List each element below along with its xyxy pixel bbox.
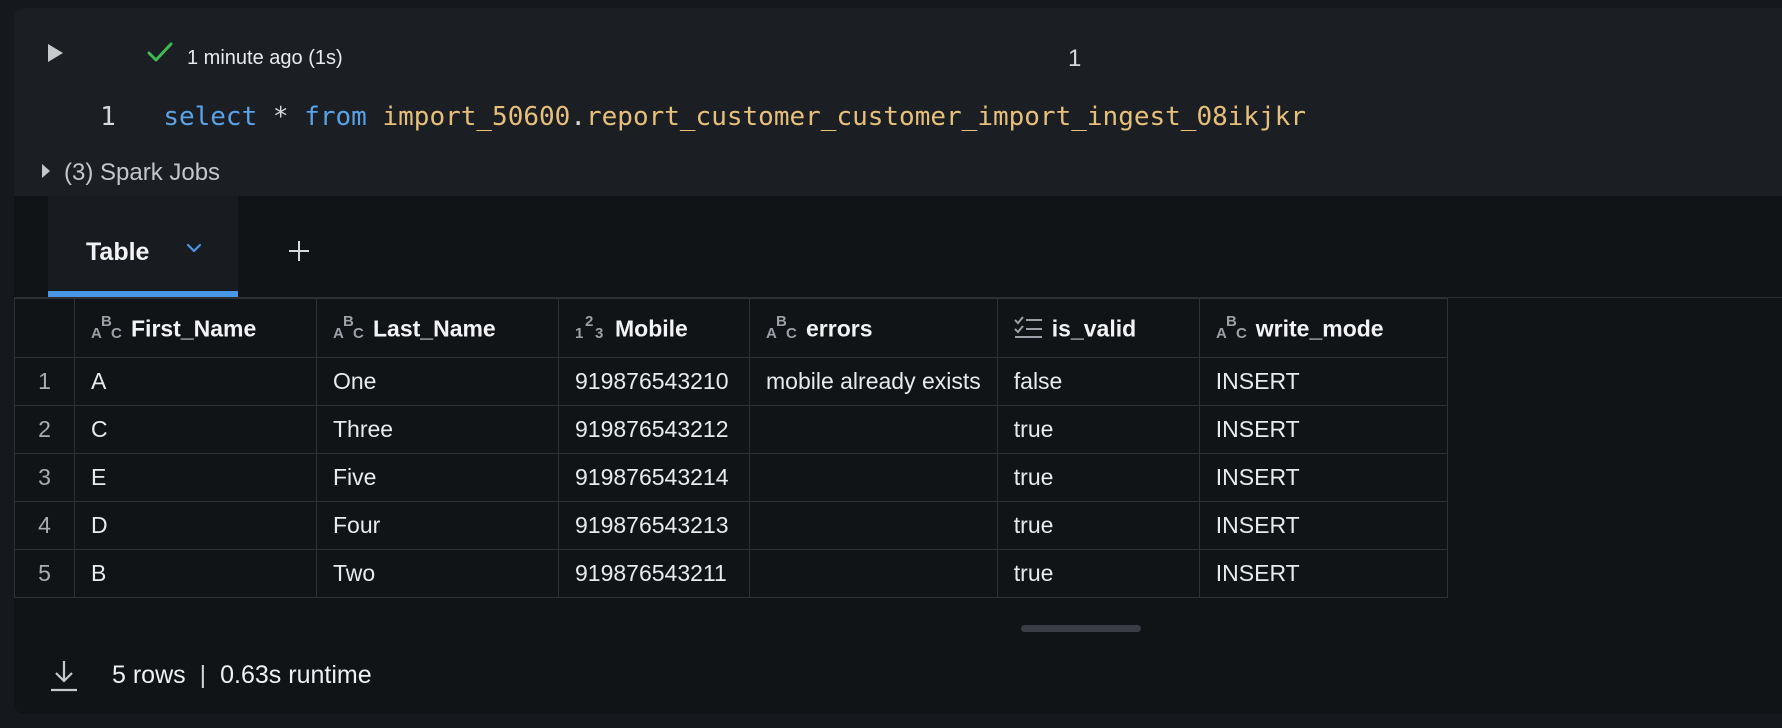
- table-cell[interactable]: Four: [316, 501, 559, 550]
- add-visualization-icon[interactable]: [284, 236, 314, 266]
- execution-status: 1 minute ago (1s): [187, 47, 343, 69]
- column-header-is-valid[interactable]: is_valid: [996, 298, 1200, 358]
- abc-type-icon: A B C: [1216, 314, 1247, 340]
- table-cell[interactable]: Three: [316, 405, 559, 454]
- spark-jobs-label: (3) Spark Jobs: [64, 159, 221, 186]
- table-cell[interactable]: A: [74, 357, 317, 406]
- table-cell[interactable]: mobile already exists: [749, 357, 998, 406]
- table-cell[interactable]: 919876543214: [558, 453, 750, 502]
- row-number: 4: [14, 501, 75, 550]
- column-label: Last_Name: [373, 315, 496, 342]
- table-cell[interactable]: INSERT: [1198, 357, 1448, 406]
- table-cell[interactable]: 919876543212: [558, 405, 750, 454]
- table-header-row: A B C First_Name A B C Last_Name 1 2 3 M…: [14, 298, 1448, 358]
- svg-text:C: C: [111, 325, 122, 340]
- line-number: 1: [100, 102, 116, 132]
- table-cell[interactable]: Two: [316, 549, 559, 598]
- table-cell[interactable]: 919876543213: [558, 501, 750, 550]
- results-table: A B C First_Name A B C Last_Name 1 2 3 M…: [14, 298, 1448, 598]
- table-row[interactable]: 3 E Five 919876543214 true INSERT: [14, 453, 1448, 502]
- table-cell[interactable]: Five: [316, 453, 559, 502]
- abc-type-icon: A B C: [766, 314, 797, 340]
- column-label: write_mode: [1255, 315, 1384, 342]
- table-cell[interactable]: One: [316, 357, 559, 406]
- table-cell[interactable]: true: [996, 501, 1200, 550]
- table-cell[interactable]: true: [996, 453, 1200, 502]
- table-row[interactable]: 5 B Two 919876543211 true INSERT: [14, 549, 1448, 598]
- table-cell[interactable]: false: [996, 357, 1200, 406]
- table-row[interactable]: 4 D Four 919876543213 true INSERT: [14, 501, 1448, 550]
- column-header-write-mode[interactable]: A B C write_mode: [1198, 298, 1448, 358]
- row-count: 5 rows: [112, 661, 186, 689]
- column-label: is_valid: [1051, 315, 1137, 342]
- result-summary: 5 rows | 0.63s runtime: [112, 661, 372, 690]
- column-header-first-name[interactable]: A B C First_Name: [74, 298, 317, 358]
- table-cell[interactable]: [749, 501, 998, 550]
- svg-text:1: 1: [575, 325, 583, 340]
- row-number: 5: [14, 549, 75, 598]
- notebook-cell: 1 minute ago (1s) 1 1 select * from impo…: [14, 8, 1782, 714]
- table-cell[interactable]: INSERT: [1198, 453, 1448, 502]
- spark-jobs-toggle[interactable]: (3) Spark Jobs: [42, 159, 220, 187]
- play-icon: [48, 44, 63, 62]
- table-cell[interactable]: E: [74, 453, 317, 502]
- code-editor-line[interactable]: 1 select * from import_50600.report_cust…: [84, 102, 1306, 132]
- code-table-name: report_customer_customer_import_ingest_0…: [585, 102, 1307, 132]
- column-label: First_Name: [131, 315, 257, 342]
- code-operator-star: *: [272, 102, 289, 132]
- column-header-errors[interactable]: A B C errors: [749, 298, 998, 358]
- code-keyword-from: from: [304, 102, 367, 132]
- svg-text:2: 2: [585, 314, 593, 330]
- table-cell[interactable]: [749, 549, 998, 598]
- row-number: 3: [14, 453, 75, 502]
- table-cell[interactable]: C: [74, 405, 317, 454]
- run-cell-button[interactable]: [44, 42, 66, 64]
- boolean-type-icon: [1014, 316, 1042, 338]
- code-schema-name: import_50600: [382, 102, 571, 132]
- expand-triangle-icon: [42, 164, 50, 178]
- table-row[interactable]: 1 A One 919876543210 mobile already exis…: [14, 357, 1448, 406]
- table-cell[interactable]: B: [74, 549, 317, 598]
- chevron-down-icon[interactable]: [186, 242, 202, 254]
- tab-table-label: Table: [86, 238, 150, 266]
- table-cell[interactable]: INSERT: [1198, 501, 1448, 550]
- svg-text:C: C: [1236, 325, 1247, 340]
- row-number: 2: [14, 405, 75, 454]
- column-header-last-name[interactable]: A B C Last_Name: [316, 298, 559, 358]
- check-icon: [147, 42, 173, 62]
- table-cell[interactable]: true: [996, 549, 1200, 598]
- table-cell[interactable]: [749, 405, 998, 454]
- row-number-header: [14, 298, 75, 358]
- summary-separator: |: [199, 661, 207, 689]
- table-cell[interactable]: true: [996, 405, 1200, 454]
- table-row[interactable]: 2 C Three 919876543212 true INSERT: [14, 405, 1448, 454]
- table-cell[interactable]: 919876543211: [558, 549, 750, 598]
- table-cell[interactable]: INSERT: [1198, 549, 1448, 598]
- svg-text:C: C: [353, 325, 364, 340]
- cell-execution-count: 1: [1068, 45, 1082, 72]
- table-cell[interactable]: [749, 453, 998, 502]
- svg-text:3: 3: [595, 325, 603, 340]
- results-panel: Table A B C First_Name A B C Last_Name 1…: [14, 196, 1782, 714]
- column-header-mobile[interactable]: 1 2 3 Mobile: [558, 298, 750, 358]
- abc-type-icon: A B C: [333, 314, 364, 340]
- table-cell[interactable]: INSERT: [1198, 405, 1448, 454]
- svg-text:C: C: [786, 325, 797, 340]
- tab-table[interactable]: Table: [48, 196, 238, 297]
- table-cell[interactable]: D: [74, 501, 317, 550]
- row-number: 1: [14, 357, 75, 406]
- code-dot: .: [570, 102, 586, 132]
- download-icon[interactable]: [48, 658, 80, 694]
- runtime: 0.63s runtime: [220, 661, 372, 689]
- numeric-type-icon: 1 2 3: [575, 314, 603, 340]
- abc-type-icon: A B C: [91, 314, 122, 340]
- column-label: errors: [806, 315, 873, 342]
- column-label: Mobile: [615, 315, 688, 342]
- horizontal-scrollbar[interactable]: [1021, 625, 1141, 632]
- code-keyword-select: select: [163, 102, 258, 132]
- table-cell[interactable]: 919876543210: [558, 357, 750, 406]
